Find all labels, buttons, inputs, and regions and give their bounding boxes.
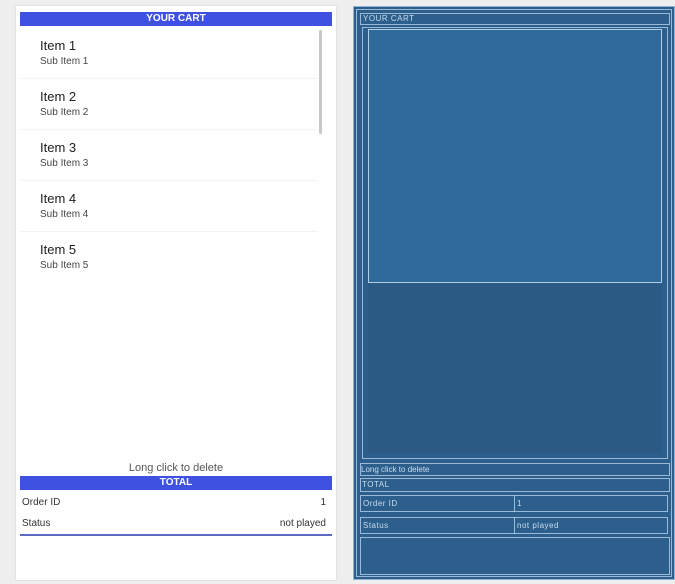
cart-list[interactable]: Item 1 Sub Item 1 Item 2 Sub Item 2 Item… [20,28,332,448]
blueprint-total-title-box [360,478,670,492]
blueprint-status-label: Status [363,521,389,530]
list-item[interactable]: Item 1 Sub Item 1 [20,28,318,79]
delete-hint: Long click to delete [128,462,224,474]
item-subtitle: Sub Item 2 [40,107,89,118]
cart-title: YOUR CART [146,13,206,24]
item-title: Item 3 [40,140,77,155]
item-subtitle: Sub Item 3 [40,158,89,169]
total-title: TOTAL [159,477,193,488]
list-item[interactable]: Item 5 Sub Item 5 [20,232,318,283]
blueprint-list-empty-area [368,283,662,453]
item-title: Item 1 [40,38,77,53]
list-item[interactable]: Item 4 Sub Item 4 [20,181,318,232]
item-title: Item 4 [40,191,77,206]
status-underline [20,534,332,536]
blueprint-hint: Long click to delete [361,465,430,474]
blueprint-status-divider [514,517,515,534]
item-title: Item 2 [40,89,77,104]
cart-title-bar: YOUR CART [20,12,332,26]
blueprint-order-id-divider [514,495,515,512]
list-scrollbar[interactable] [319,30,322,134]
blueprint-cart-title: YOUR CART [363,14,415,23]
order-id-value: 1 [320,497,326,508]
item-title: Item 5 [40,242,77,257]
order-id-row: Order ID 1 [20,495,332,511]
list-item[interactable]: Item 3 Sub Item 3 [20,130,318,181]
status-row: Status not played [20,516,332,532]
status-value: not played [279,518,326,529]
blueprint-order-id-value: 1 [517,499,522,508]
list-item[interactable]: Item 2 Sub Item 2 [20,79,318,130]
blueprint-order-id-label: Order ID [363,499,398,508]
item-subtitle: Sub Item 5 [40,260,89,271]
blueprint-list-viewport [368,29,662,283]
blueprint-panel: YOUR CART Long click to delete TOTAL Ord… [353,6,675,580]
item-subtitle: Sub Item 4 [40,209,89,220]
blueprint-bottom-area [360,537,670,575]
order-id-label: Order ID [22,497,61,508]
blueprint-total-title: TOTAL [362,480,390,489]
status-label: Status [22,518,51,529]
blueprint-status-value: not played [517,521,559,530]
item-subtitle: Sub Item 1 [40,56,89,67]
total-title-bar: TOTAL [20,476,332,490]
design-preview-panel: YOUR CART Item 1 Sub Item 1 Item 2 Sub I… [16,6,336,580]
